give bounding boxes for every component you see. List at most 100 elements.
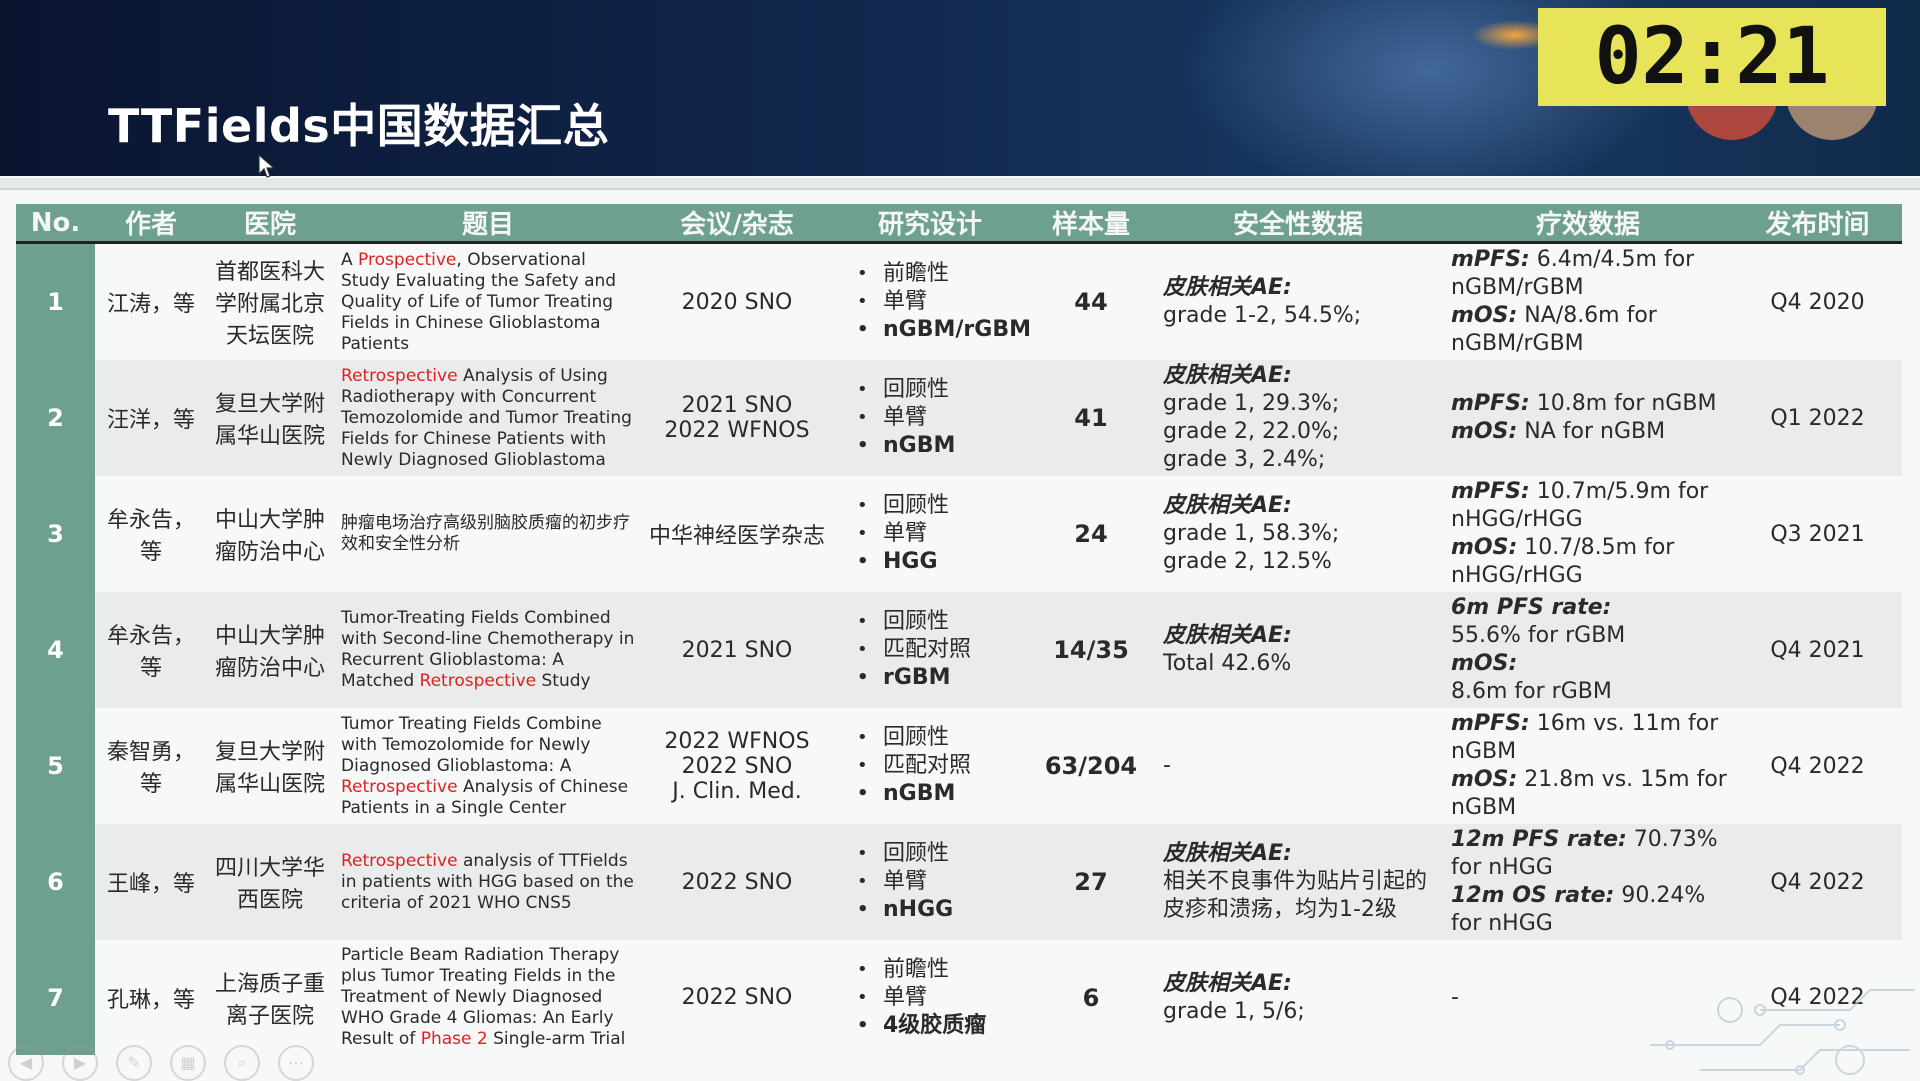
venue-cell: 中华神经医学杂志: [643, 476, 831, 592]
safety-cell: 皮肤相关AE: grade 1, 5/6;: [1153, 940, 1443, 1056]
zoom-icon[interactable]: ⌕: [224, 1045, 260, 1081]
sample-size: 6: [1029, 940, 1153, 1056]
safety-cell: 皮肤相关AE: Total 42.6%: [1153, 592, 1443, 708]
publish-date: Q4 2022: [1733, 708, 1902, 824]
efficacy-cell: mPFS: 10.8m for nGBM mOS: NA for nGBM: [1443, 360, 1733, 476]
publish-date: Q4 2021: [1733, 592, 1902, 708]
sample-size: 27: [1029, 824, 1153, 940]
safety-text: Total 42.6%: [1163, 651, 1292, 676]
title-highlight: Retrospective: [341, 850, 458, 871]
author-cell: 秦智勇，等: [95, 708, 207, 824]
efficacy-cell: 6m PFS rate: 55.6% for rGBM mOS: 8.6m for…: [1443, 592, 1733, 708]
efficacy-cell: mPFS: 16m vs. 11m for nGBM mOS: 21.8m vs.…: [1443, 708, 1733, 824]
design-cell: 回顾性单臂nHGG: [831, 824, 1029, 940]
row-number: 3: [16, 476, 95, 592]
efficacy-item: mPFS: 6.4m/4.5m for nGBM/rGBM: [1451, 246, 1727, 302]
title-text: Tumor Treating Fields Combine with Temoz…: [341, 713, 602, 776]
design-cell: 回顾性单臂nGBM: [831, 360, 1029, 476]
column-header: 安全性数据: [1153, 204, 1443, 244]
design-cell: 回顾性匹配对照nGBM: [831, 708, 1029, 824]
venue-cell: 2020 SNO: [643, 242, 831, 360]
design-item: 单臂: [857, 404, 1023, 432]
safety-cell: 皮肤相关AE: grade 1-2, 54.5%;: [1153, 242, 1443, 360]
presentation-controls: ◀ ▶ ✎ ▦ ⌕ ⋯: [8, 1045, 314, 1081]
title-cell: Tumor-Treating Fields Combined with Seco…: [333, 592, 643, 708]
row-number: 2: [16, 360, 95, 476]
safety-label: 皮肤相关AE:: [1163, 363, 1292, 388]
design-item: 单臂: [857, 288, 1023, 316]
design-item: nGBM/rGBM: [857, 316, 1029, 344]
efficacy-cell: mPFS: 6.4m/4.5m for nGBM/rGBM mOS: NA/8.6…: [1443, 242, 1733, 360]
design-item: nGBM: [857, 780, 1023, 808]
safety-label: 皮肤相关AE:: [1163, 841, 1292, 866]
design-cell: 回顾性匹配对照rGBM: [831, 592, 1029, 708]
efficacy-label: mOS:: [1451, 535, 1518, 560]
safety-text: -: [1163, 753, 1171, 778]
table-row: 7 孔琳，等 上海质子重离子医院 Particle Beam Radiation Th…: [16, 940, 1902, 1056]
safety-text: grade 1, 29.3%; grade 2, 22.0%; grade 3,…: [1163, 391, 1340, 472]
column-header: 题目: [333, 204, 643, 244]
author-cell: 孔琳，等: [95, 940, 207, 1056]
hospital-cell: 上海质子重离子医院: [207, 940, 333, 1056]
slide-header: TTFields中国数据汇总 02:21: [0, 0, 1920, 176]
table-row: 4 牟永告，等 中山大学肿瘤防治中心 Tumor-Treating Fields Co…: [16, 592, 1902, 708]
more-icon[interactable]: ⋯: [278, 1045, 314, 1081]
design-list: 前瞻性单臂4级胶质瘤: [837, 956, 1023, 1040]
efficacy-label: mOS:: [1451, 767, 1518, 792]
design-item: HGG: [857, 548, 1023, 576]
next-icon[interactable]: ▶: [62, 1045, 98, 1081]
title-cell: A Prospective, Observational Study Evalu…: [333, 242, 643, 360]
title-cell: 肿瘤电场治疗高级别脑胶质瘤的初步疗效和安全性分析: [333, 476, 643, 592]
design-item: 4级胶质瘤: [857, 1012, 1023, 1040]
design-item: nHGG: [857, 896, 1023, 924]
table-row: 1 江涛，等 首都医科大学附属北京天坛医院 A Prospective, Observ…: [16, 242, 1902, 360]
efficacy-text: -: [1451, 984, 1459, 1010]
hospital-cell: 复旦大学附属华山医院: [207, 360, 333, 476]
safety-text: grade 1, 58.3%; grade 2, 12.5%: [1163, 521, 1340, 574]
efficacy-label: mPFS:: [1451, 247, 1530, 272]
design-item: 前瞻性: [857, 956, 1023, 984]
publish-date: Q4 2020: [1733, 242, 1902, 360]
author-cell: 牟永告，等: [95, 592, 207, 708]
hospital-cell: 四川大学华西医院: [207, 824, 333, 940]
design-item: 回顾性: [857, 608, 1023, 636]
design-item: 单臂: [857, 868, 1023, 896]
efficacy-label: mOS:: [1451, 303, 1518, 328]
hospital-cell: 中山大学肿瘤防治中心: [207, 476, 333, 592]
efficacy-item: 12m OS rate: 90.24% for nHGG: [1451, 882, 1727, 938]
title-text: 肿瘤电场治疗高级别脑胶质瘤的初步疗效和安全性分析: [341, 513, 630, 554]
efficacy-item: mOS: 10.7/8.5m for nHGG/rHGG: [1451, 534, 1727, 590]
column-header: 作者: [95, 204, 207, 244]
design-cell: 前瞻性单臂4级胶质瘤: [831, 940, 1029, 1056]
design-cell: 回顾性单臂HGG: [831, 476, 1029, 592]
column-header: 疗效数据: [1443, 204, 1733, 244]
publish-date: Q4 2022: [1733, 824, 1902, 940]
table-row: 2 汪洋，等 复旦大学附属华山医院 Retrospective Analysis of…: [16, 360, 1902, 476]
row-number: 5: [16, 708, 95, 824]
design-item: rGBM: [857, 664, 1023, 692]
design-item: 回顾性: [857, 376, 1023, 404]
row-number: 6: [16, 824, 95, 940]
title-cell: Particle Beam Radiation Therapy plus Tum…: [333, 940, 643, 1056]
slide-title: TTFields中国数据汇总: [108, 99, 610, 153]
header-separator: [0, 178, 1920, 190]
efficacy-item: mOS: NA/8.6m for nGBM/rGBM: [1451, 302, 1727, 358]
safety-text: grade 1-2, 54.5%;: [1163, 303, 1362, 328]
author-cell: 江涛，等: [95, 242, 207, 360]
column-header: 会议/杂志: [643, 204, 831, 244]
prev-icon[interactable]: ◀: [8, 1045, 44, 1081]
design-item: 匹配对照: [857, 636, 1023, 664]
safety-cell: -: [1153, 708, 1443, 824]
author-cell: 王峰，等: [95, 824, 207, 940]
sample-size: 14/35: [1029, 592, 1153, 708]
table-row: 3 牟永告，等 中山大学肿瘤防治中心 肿瘤电场治疗高级别脑胶质瘤的初步疗效和安全性分析…: [16, 476, 1902, 592]
venue-cell: 2022 SNO: [643, 824, 831, 940]
safety-label: 皮肤相关AE:: [1163, 275, 1292, 300]
grid-icon[interactable]: ▦: [170, 1045, 206, 1081]
sample-size: 63/204: [1029, 708, 1153, 824]
title-cell: Retrospective analysis of TTFields in pa…: [333, 824, 643, 940]
hospital-cell: 复旦大学附属华山医院: [207, 708, 333, 824]
pen-icon[interactable]: ✎: [116, 1045, 152, 1081]
safety-label: 皮肤相关AE:: [1163, 623, 1292, 648]
venue-cell: 2022 SNO: [643, 940, 831, 1056]
